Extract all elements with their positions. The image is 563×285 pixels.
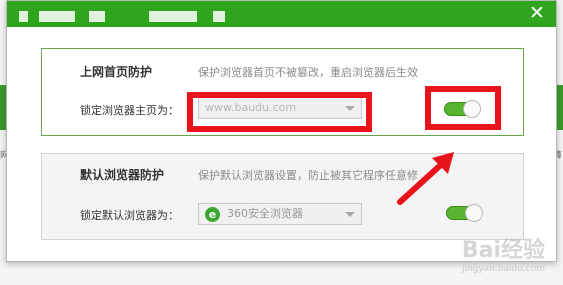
highlight-homepage-select bbox=[187, 92, 372, 132]
background-app-right-edge bbox=[557, 85, 563, 130]
default-browser-protection-description: 保护默认浏览器设置，防止被其它程序任意修 bbox=[198, 169, 418, 182]
blurred-title-segment bbox=[213, 11, 225, 22]
homepage-protection-description: 保护浏览器首页不被篡改，重启浏览器后生效 bbox=[198, 66, 418, 79]
blurred-title-segment bbox=[39, 11, 75, 22]
blurred-title-segment bbox=[19, 11, 28, 22]
lock-homepage-label: 锁定浏览器主页为： bbox=[80, 104, 179, 117]
red-arrow-icon bbox=[397, 152, 454, 205]
default-browser-select-value: 360安全浏览器 bbox=[227, 207, 303, 220]
baidu-watermark: Bai经验 bbox=[461, 238, 545, 263]
default-browser-select[interactable]: e 360安全浏览器 bbox=[198, 203, 362, 225]
blurred-title-segment bbox=[149, 11, 197, 22]
blurred-title-segment bbox=[89, 11, 105, 22]
default-browser-protection-heading: 默认浏览器防护 bbox=[80, 168, 165, 182]
screenshot-stage: 网 算 ✕ 上网首页防护 保护浏览器首页不被篡改，重启浏览器后生效 锁定浏览器主… bbox=[0, 0, 563, 285]
baidu-watermark-url: jingyan.baidu.com bbox=[461, 264, 545, 274]
dialog-titlebar[interactable]: ✕ bbox=[7, 1, 556, 27]
toggle-knob bbox=[465, 204, 483, 222]
lock-default-browser-label: 锁定默认浏览器为： bbox=[80, 209, 179, 222]
close-icon[interactable]: ✕ bbox=[526, 2, 548, 24]
highlight-homepage-toggle bbox=[425, 86, 501, 130]
homepage-protection-heading: 上网首页防护 bbox=[80, 65, 153, 79]
chevron-down-icon bbox=[345, 212, 355, 217]
browser-e-icon: e bbox=[205, 207, 220, 222]
